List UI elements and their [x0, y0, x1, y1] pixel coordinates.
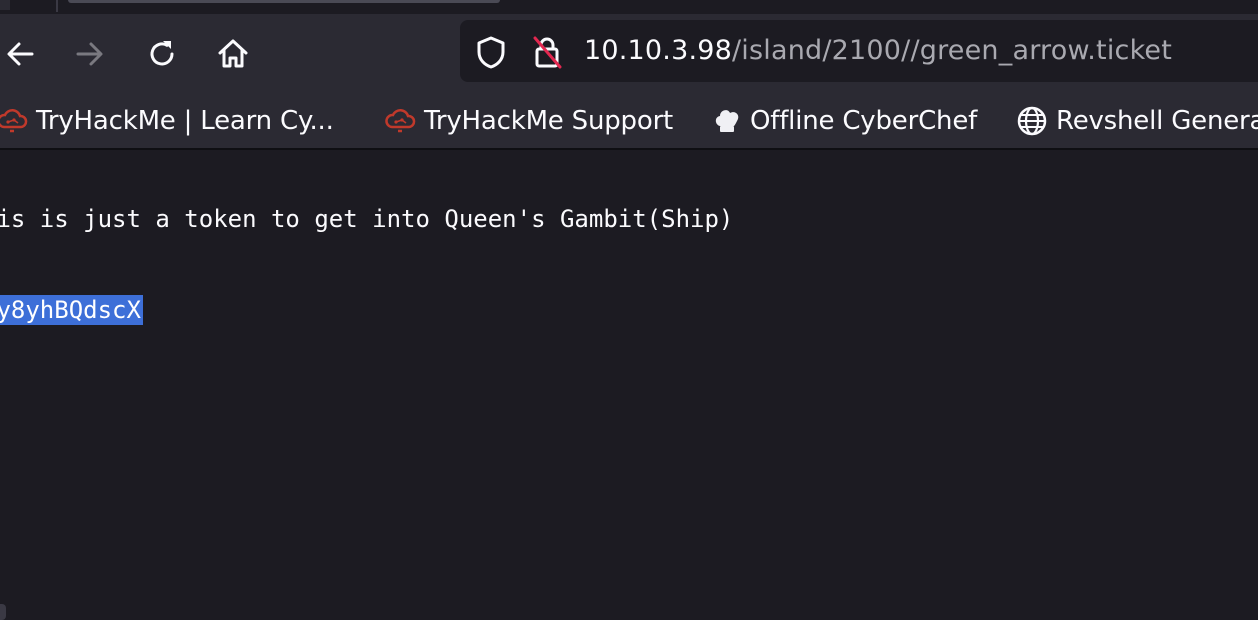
- bookmarks-toolbar: TryHackMe | Learn Cy... TryHackMe Suppor…: [0, 94, 1258, 150]
- url-host: 10.10.3.98: [584, 35, 732, 66]
- tracking-protection-shield-icon[interactable]: [476, 35, 506, 73]
- chef-hat-icon: [712, 106, 742, 136]
- url-text[interactable]: 10.10.3.98/island/2100//green_arrow.tick…: [584, 34, 1172, 68]
- page-content: his is just a token to get into Queen's …: [0, 150, 1258, 620]
- arrow-left-icon: [7, 42, 34, 66]
- bookmark-label: Revshell Genera: [1056, 106, 1258, 136]
- active-tab-edge[interactable]: [68, 0, 500, 3]
- bookmark-offline-cyberchef[interactable]: Offline CyberChef: [712, 103, 977, 139]
- bookmark-revshell-generator[interactable]: Revshell Genera: [1016, 103, 1258, 139]
- tryhackme-cloud-icon: [0, 107, 28, 135]
- tab-divider: [56, 0, 58, 12]
- bookmark-tryhackme-learn[interactable]: TryHackMe | Learn Cy...: [0, 103, 334, 139]
- bookmark-label: TryHackMe | Learn Cy...: [36, 106, 334, 136]
- bookmark-label: TryHackMe Support: [424, 106, 674, 136]
- home-button[interactable]: [213, 34, 253, 74]
- scrollbar-corner: [0, 604, 6, 620]
- url-bar[interactable]: 10.10.3.98/island/2100//green_arrow.tick…: [460, 20, 1258, 82]
- home-icon: [218, 39, 248, 68]
- tab-strip-left-edge: [0, 0, 10, 10]
- navigation-toolbar: 10.10.3.98/island/2100//green_arrow.tick…: [0, 14, 1258, 94]
- reload-icon: [150, 41, 174, 66]
- ticket-message: his is just a token to get into Queen's …: [0, 205, 734, 233]
- url-path: /island/2100//green_arrow.ticket: [732, 35, 1173, 66]
- back-button[interactable]: [0, 34, 40, 74]
- arrow-right-icon: [76, 42, 103, 66]
- bookmark-label: Offline CyberChef: [750, 106, 978, 136]
- tryhackme-cloud-icon: [384, 107, 416, 135]
- forward-button[interactable]: [70, 34, 110, 74]
- globe-icon: [1016, 105, 1048, 137]
- reload-button[interactable]: [142, 34, 182, 74]
- tab-strip: [0, 0, 1258, 14]
- selected-token-text[interactable]: Ty8yhBQdscX: [0, 295, 143, 325]
- insecure-lock-icon[interactable]: [532, 35, 562, 73]
- bookmark-tryhackme-support[interactable]: TryHackMe Support: [384, 103, 673, 139]
